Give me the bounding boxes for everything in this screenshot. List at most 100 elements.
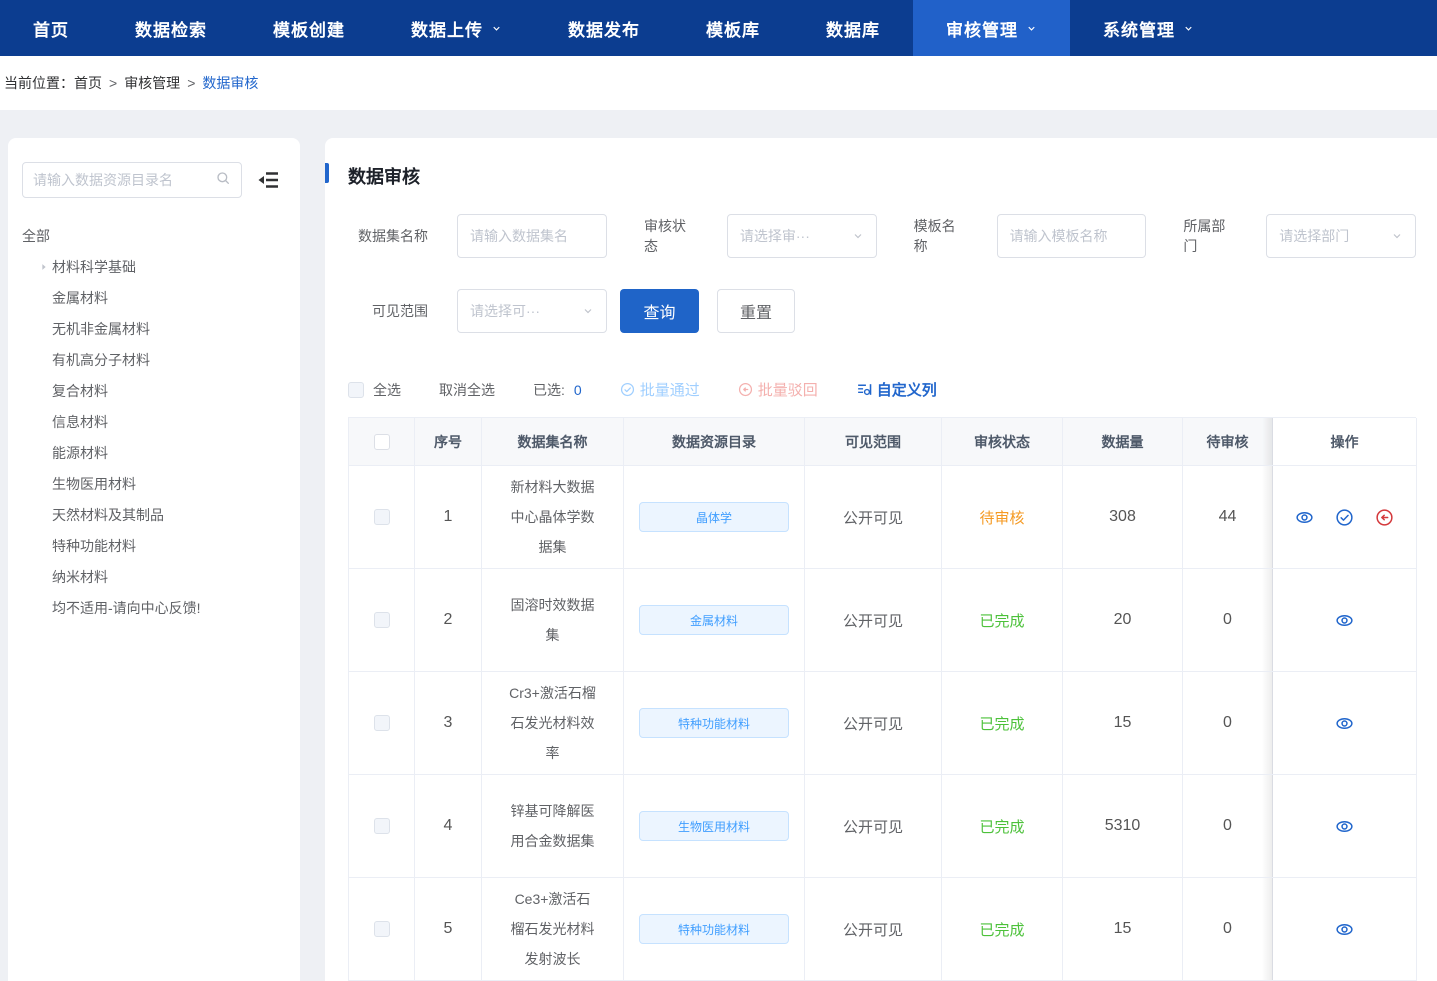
department-select[interactable]: 请选择部门 xyxy=(1266,214,1416,258)
view-button[interactable] xyxy=(1335,714,1354,733)
nav-item[interactable]: 数据发布 xyxy=(535,0,673,56)
visibility-cell: 公开可见 xyxy=(805,672,942,775)
visibility-cell: 公开可见 xyxy=(805,775,942,878)
row-checkbox-cell xyxy=(349,775,415,878)
row-index-cell: 4 xyxy=(415,775,482,878)
search-icon xyxy=(215,170,231,191)
tree-item-root[interactable]: 全部 xyxy=(22,220,286,251)
select-all-checkbox[interactable] xyxy=(348,382,364,398)
breadcrumb-link[interactable]: 首页 xyxy=(74,73,102,93)
table-row: 5Ce3+激活石榴石发光材料发射波长特种功能材料公开可见已完成150 xyxy=(349,878,1416,981)
visibility-select[interactable]: 请选择可··· xyxy=(457,289,607,333)
view-button[interactable] xyxy=(1335,920,1354,939)
selected-count: 0 xyxy=(574,382,582,398)
query-button[interactable]: 查询 xyxy=(620,289,699,333)
column-header: 待审核 xyxy=(1183,418,1273,466)
row-checkbox[interactable] xyxy=(374,612,390,628)
row-index-cell: 3 xyxy=(415,672,482,775)
nav-item[interactable]: 审核管理 xyxy=(913,0,1070,56)
chevron-down-icon xyxy=(491,23,502,34)
tree-item[interactable]: 金属材料 xyxy=(22,282,286,313)
approve-button[interactable] xyxy=(1335,508,1354,527)
batch-reject-button[interactable]: 批量驳回 xyxy=(738,379,818,400)
breadcrumb-separator: > xyxy=(187,75,195,91)
column-header: 可见范围 xyxy=(805,418,942,466)
row-checkbox[interactable] xyxy=(374,921,390,937)
nav-item[interactable]: 模板库 xyxy=(673,0,793,56)
tree-item[interactable]: 特种功能材料 xyxy=(22,530,286,561)
catalog-tag: 特种功能材料 xyxy=(639,708,789,738)
tree-item-label: 复合材料 xyxy=(52,381,108,401)
header-select-checkbox[interactable] xyxy=(374,434,390,450)
tree-item[interactable]: 信息材料 xyxy=(22,406,286,437)
status-cell: 已完成 xyxy=(942,672,1063,775)
template-name-input[interactable] xyxy=(1010,228,1134,244)
view-button[interactable] xyxy=(1335,817,1354,836)
nav-item-label: 模板创建 xyxy=(273,16,345,41)
deselect-all-button[interactable]: 取消全选 xyxy=(439,380,495,400)
nav-item[interactable]: 模板创建 xyxy=(240,0,378,56)
visibility-cell: 公开可见 xyxy=(805,466,942,569)
amount-cell: 15 xyxy=(1063,878,1183,981)
reset-button[interactable]: 重置 xyxy=(717,289,795,333)
audit-table: 序号数据集名称数据资源目录可见范围审核状态数据量待审核操作 1新材料大数据中心晶… xyxy=(348,417,1416,981)
tree-item[interactable]: 生物医用材料 xyxy=(22,468,286,499)
row-checkbox[interactable] xyxy=(374,715,390,731)
nav-item[interactable]: 数据库 xyxy=(793,0,913,56)
nav-item-label: 审核管理 xyxy=(946,16,1018,41)
view-button[interactable] xyxy=(1335,611,1354,630)
tree-item-label: 均不适用-请向中心反馈! xyxy=(52,598,201,618)
tree-item[interactable]: 无机非金属材料 xyxy=(22,313,286,344)
tree-item[interactable]: 天然材料及其制品 xyxy=(22,499,286,530)
tree-item[interactable]: 有机高分子材料 xyxy=(22,344,286,375)
select-all-button[interactable]: 全选 xyxy=(373,380,401,400)
row-index-cell: 2 xyxy=(415,569,482,672)
reject-button[interactable] xyxy=(1375,508,1394,527)
column-header: 数据资源目录 xyxy=(624,418,805,466)
catalog-tag: 特种功能材料 xyxy=(639,914,789,944)
catalog-search-input[interactable] xyxy=(33,172,215,188)
tree-item[interactable]: 均不适用-请向中心反馈! xyxy=(22,592,286,623)
status-cell: 待审核 xyxy=(942,466,1063,569)
tree-item[interactable]: 能源材料 xyxy=(22,437,286,468)
batch-approve-button[interactable]: 批量通过 xyxy=(620,379,700,400)
nav-item-label: 数据上传 xyxy=(411,16,483,41)
view-button[interactable] xyxy=(1295,508,1314,527)
nav-item[interactable]: 首页 xyxy=(0,0,102,56)
catalog-cell: 晶体学 xyxy=(624,466,805,569)
table-row: 3Cr3+激活石榴石发光材料效率特种功能材料公开可见已完成150 xyxy=(349,672,1416,775)
actions-cell xyxy=(1273,672,1417,775)
collapse-tree-icon[interactable] xyxy=(256,167,282,193)
tree-item[interactable]: 材料科学基础 xyxy=(22,251,286,282)
status-cell: 已完成 xyxy=(942,775,1063,878)
tree-item[interactable]: 复合材料 xyxy=(22,375,286,406)
nav-item[interactable]: 系统管理 xyxy=(1070,0,1227,56)
row-checkbox-cell xyxy=(349,672,415,775)
table-row: 2固溶时效数据集金属材料公开可见已完成200 xyxy=(349,569,1416,672)
breadcrumb-label: 当前位置： xyxy=(4,73,74,93)
amount-cell: 5310 xyxy=(1063,775,1183,878)
audit-status-select[interactable]: 请选择审··· xyxy=(727,214,877,258)
pending-cell: 44 xyxy=(1183,466,1273,569)
row-index-cell: 1 xyxy=(415,466,482,569)
tree-item[interactable]: 纳米材料 xyxy=(22,561,286,592)
view-icon xyxy=(1335,714,1354,733)
column-header: 数据量 xyxy=(1063,418,1183,466)
catalog-cell: 金属材料 xyxy=(624,569,805,672)
expand-caret-icon[interactable] xyxy=(36,262,52,272)
nav-item[interactable]: 数据上传 xyxy=(378,0,535,56)
row-checkbox[interactable] xyxy=(374,818,390,834)
batch-approve-label: 批量通过 xyxy=(640,379,700,400)
custom-columns-button[interactable]: 自定义列 xyxy=(856,379,937,400)
title-accent-bar xyxy=(325,163,329,183)
amount-cell: 20 xyxy=(1063,569,1183,672)
visibility-cell: 公开可见 xyxy=(805,878,942,981)
nav-item-label: 系统管理 xyxy=(1103,16,1175,41)
breadcrumb-link[interactable]: 数据审核 xyxy=(202,73,258,93)
dataset-name-input[interactable] xyxy=(470,228,594,244)
table-body: 1新材料大数据中心晶体学数据集晶体学公开可见待审核308442固溶时效数据集金属… xyxy=(349,466,1416,981)
header-checkbox-cell xyxy=(349,418,415,466)
breadcrumb-link[interactable]: 审核管理 xyxy=(124,73,180,93)
row-checkbox[interactable] xyxy=(374,509,390,525)
nav-item[interactable]: 数据检索 xyxy=(102,0,240,56)
